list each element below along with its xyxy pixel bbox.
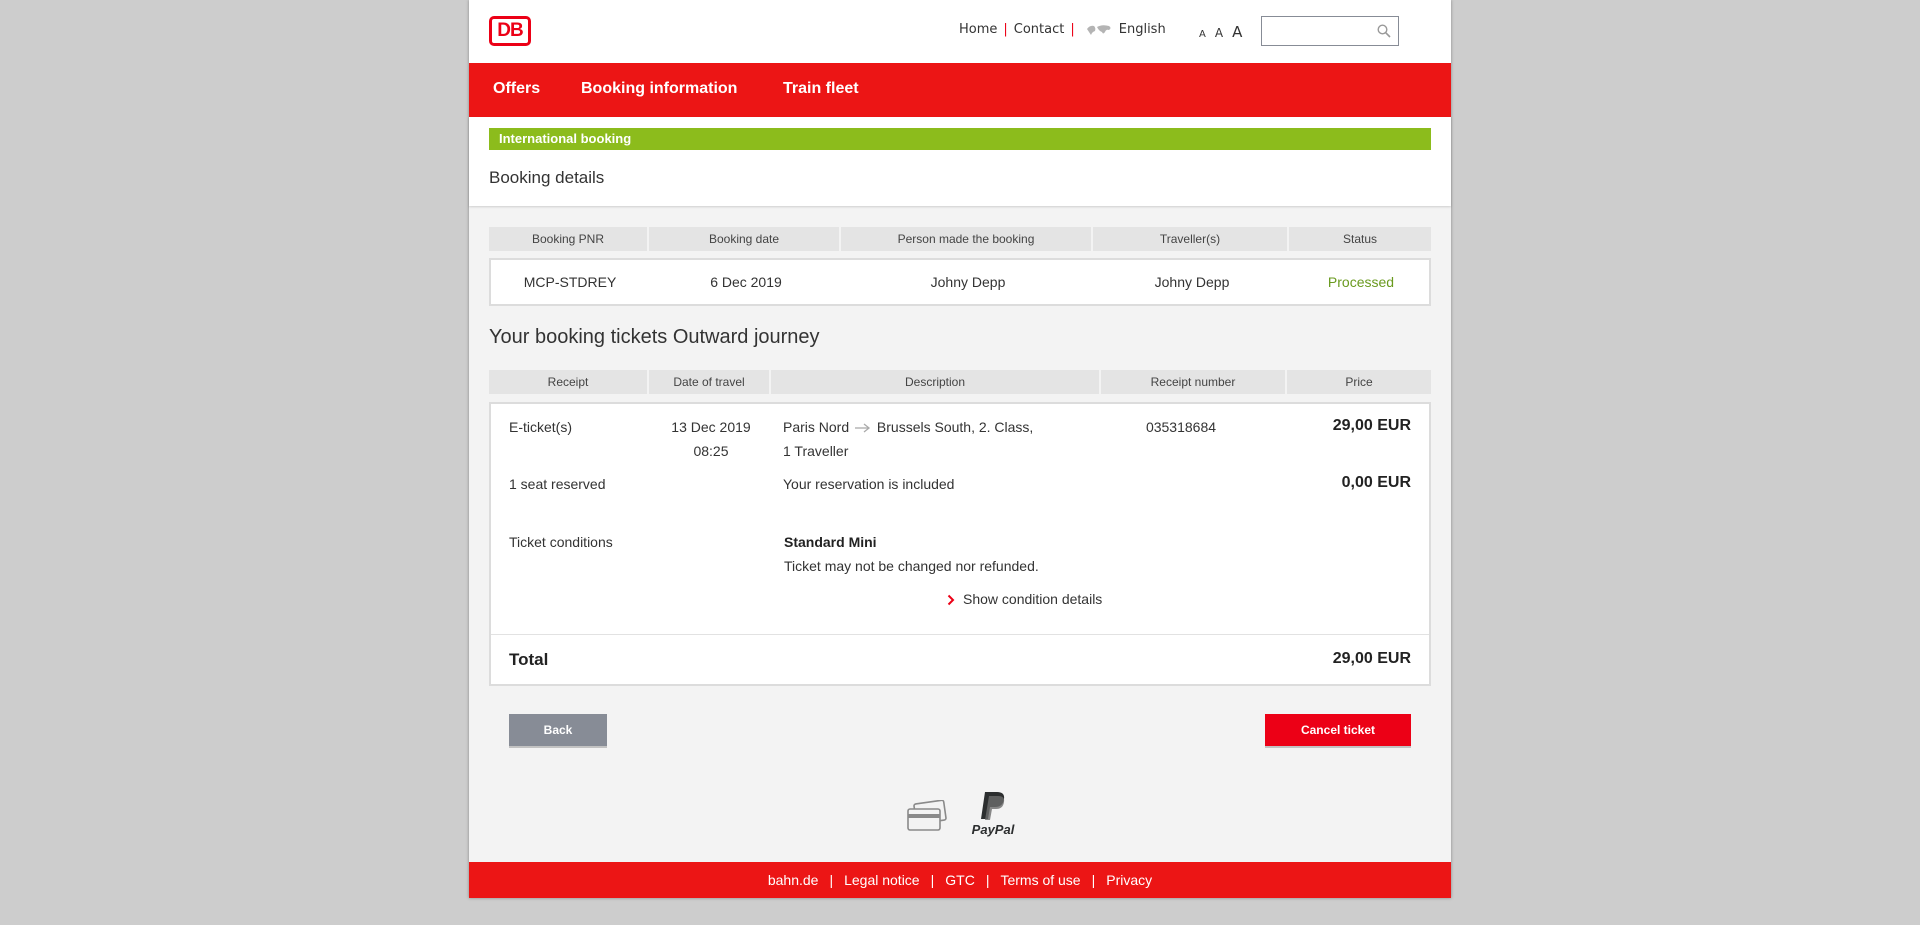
back-button[interactable]: Back [509,714,607,746]
nav-item-offers[interactable]: Offers [493,80,540,98]
paypal-label: PayPal [971,822,1015,837]
top-links: Home | Contact | English [959,22,1166,37]
booking-travellers: Johny Depp [1154,274,1230,290]
font-size-small[interactable]: A [1199,29,1206,40]
font-size-medium[interactable]: A [1215,26,1223,40]
footer-link-legal-notice[interactable]: Legal notice [844,872,920,888]
separator: | [1003,22,1008,37]
seat-description: Your reservation is included [783,476,955,492]
font-size-large[interactable]: A [1232,23,1242,41]
page-title: Booking details [489,168,605,187]
international-booking-banner: International booking [489,128,1431,150]
column-header: Booking PNR [489,227,647,251]
route-from: Paris Nord [783,419,850,435]
cancel-ticket-button[interactable]: Cancel ticket [1265,714,1411,746]
total-label: Total [509,650,549,669]
arrow-right-icon [855,423,871,433]
column-header: Price [1287,370,1431,394]
credit-card-icon [907,800,947,831]
footer-link-bahn[interactable]: bahn.de [768,872,819,888]
column-header: Status [1289,227,1431,251]
booking-person: Johny Depp [930,274,1006,290]
page-container: DB Home | Contact | English AAA Offers Booki… [469,0,1451,898]
nav-item-booking-information[interactable]: Booking information [581,80,737,98]
title-area: International booking Booking details [469,117,1451,206]
main-nav: Offers Booking information Train fleet [469,63,1451,117]
booking-pnr: MCP-STDREY [523,274,617,290]
eticket-receipt: E-ticket(s) [509,419,572,435]
footer-link-terms-of-use[interactable]: Terms of use [1000,872,1080,888]
globe-icon [1086,24,1111,35]
show-condition-details-label[interactable]: Show condition details [963,591,1102,607]
paypal-p-icon [981,792,1005,820]
separator: | [985,872,990,888]
column-header: Receipt number [1101,370,1285,394]
divider [491,634,1429,635]
column-header: Traveller(s) [1093,227,1287,251]
seat-receipt: 1 seat reserved [509,476,606,492]
column-header: Date of travel [649,370,769,394]
font-size-switcher: AAA [1199,22,1251,41]
booking-date: 6 Dec 2019 [710,274,782,290]
booking-table-header: Booking PNR Booking date Person made the… [489,227,1431,251]
travel-date: 13 Dec 2019 [671,419,751,435]
booking-table-row: MCP-STDREY 6 Dec 2019 Johny Depp Johny D… [489,258,1431,306]
route-to: Brussels South, 2. Class, [876,419,1034,435]
conditions-text: Ticket may not be changed nor refunded. [784,558,1039,574]
tickets-table-header: Receipt Date of travel Description Recei… [489,370,1431,394]
travel-time: 08:25 [693,443,729,459]
route-description: Paris Nord Brussels South, 2. Class, [783,419,1033,435]
search-input[interactable] [1266,18,1380,46]
tickets-table: E-ticket(s) 13 Dec 2019 08:25 Paris Nord… [489,402,1431,686]
nav-item-train-fleet[interactable]: Train fleet [783,80,859,98]
seat-price: 0,00 EUR [1341,474,1411,491]
eticket-price: 29,00 EUR [1332,417,1411,434]
receipt-number: 035318684 [1145,419,1217,435]
contact-link[interactable]: Contact [1014,22,1065,37]
conditions-name: Standard Mini [784,534,877,550]
total-price: 29,00 EUR [1332,650,1411,667]
separator: | [1091,872,1096,888]
column-header: Person made the booking [841,227,1091,251]
tickets-section-title: Your booking tickets Outward journey [489,326,820,348]
column-header: Booking date [649,227,839,251]
footer-link-privacy[interactable]: Privacy [1106,872,1152,888]
search-box [1261,16,1399,46]
route-travellers: 1 Traveller [783,443,849,459]
db-logo[interactable]: DB [489,16,531,46]
search-icon[interactable] [1377,24,1391,38]
separator: | [930,872,935,888]
column-header: Description [771,370,1099,394]
status-badge: Processed [1327,274,1395,290]
paypal-logo: PayPal [967,790,1019,838]
conditions-label: Ticket conditions [509,534,613,550]
top-header: DB Home | Contact | English AAA [469,0,1451,63]
column-header: Receipt [489,370,647,394]
separator: | [829,872,834,888]
home-link[interactable]: Home [959,22,997,37]
show-condition-details-link[interactable]: Show condition details [947,591,1102,607]
footer-link-gtc[interactable]: GTC [945,872,975,888]
language-link[interactable]: English [1119,22,1166,37]
separator: | [1070,22,1075,37]
chevron-right-icon [947,595,955,606]
footer: bahn.de | Legal notice | GTC | Terms of use | Pr… [469,862,1451,898]
